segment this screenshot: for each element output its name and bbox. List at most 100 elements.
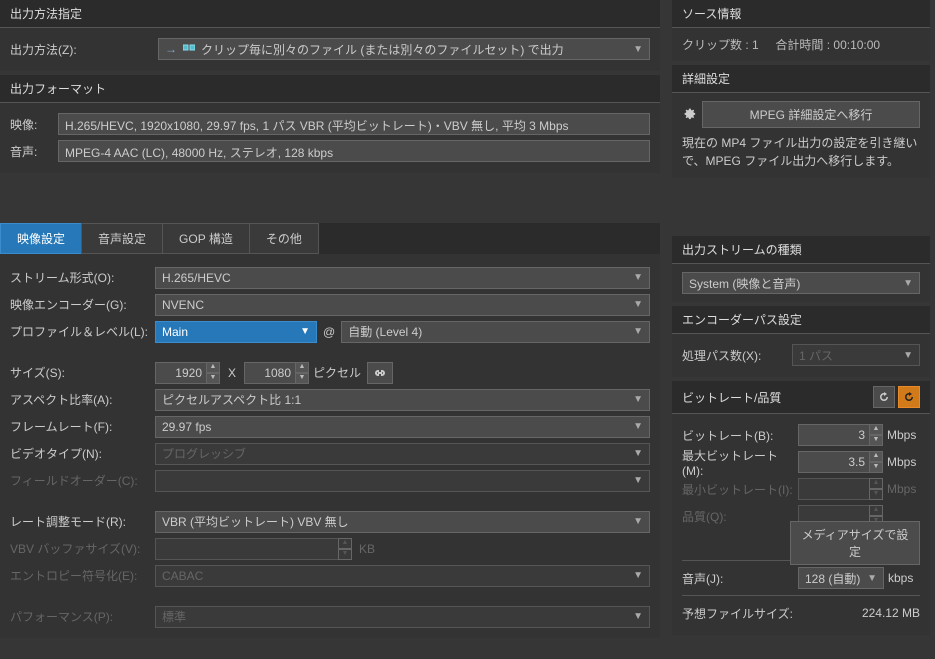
maxbitrate-stepper[interactable]: ▲▼: [798, 451, 883, 473]
aspect-label: アスペクト比率(A):: [10, 391, 155, 408]
output-method-title: 出力方法指定: [0, 0, 660, 28]
chevron-down-icon: ▼: [633, 299, 643, 310]
performance-dropdown: 標準▼: [155, 606, 650, 628]
videotype-label: ビデオタイプ(N):: [10, 445, 155, 462]
video-label: 映像:: [10, 116, 58, 133]
output-method-dropdown[interactable]: → クリップ毎に別々のファイル (または別々のファイルセット) で出力 ▼: [158, 38, 650, 60]
bitrate-title: ビットレート/品質: [682, 389, 781, 406]
spin-up-icon: ▲: [338, 538, 352, 549]
encoder-dropdown[interactable]: NVENC▼: [155, 294, 650, 316]
videotype-dropdown: プログレッシブ▼: [155, 443, 650, 465]
spin-up-icon[interactable]: ▲: [295, 362, 309, 373]
chevron-down-icon: ▼: [633, 326, 643, 337]
quality-label: 品質(Q):: [682, 508, 798, 525]
reload-icon: [878, 391, 890, 403]
tab-audio[interactable]: 音声設定: [81, 223, 163, 254]
mpeg-advanced-button[interactable]: MPEG 詳細設定へ移行: [702, 101, 920, 128]
chevron-down-icon: ▼: [633, 421, 643, 432]
encoder-pass-panel: エンコーダーパス設定 処理パス数(X): 1 パス▼: [672, 306, 930, 377]
spin-down-icon[interactable]: ▼: [869, 435, 883, 446]
output-stream-panel: 出力ストリームの種類 System (映像と音声)▼: [672, 236, 930, 302]
output-method-label: 出力方法(Z):: [10, 41, 100, 58]
audio-bitrate-dropdown[interactable]: 128 (自動)▼: [798, 567, 884, 589]
reset-bitrate-button[interactable]: [873, 386, 895, 408]
chevron-down-icon: ▼: [633, 272, 643, 283]
media-size-button[interactable]: メディアサイズで設定: [790, 521, 920, 565]
spin-up-icon[interactable]: ▲: [869, 451, 883, 462]
spin-up-icon: ▲: [869, 478, 883, 489]
maxbitrate-unit: Mbps: [887, 455, 916, 469]
chevron-down-icon: ▼: [300, 326, 310, 337]
chevron-down-icon: ▼: [633, 475, 643, 486]
link-icon: [373, 368, 387, 378]
source-info-title: ソース情報: [672, 0, 930, 28]
chevron-down-icon: ▼: [633, 448, 643, 459]
video-format-field: H.265/HEVC, 1920x1080, 29.97 fps, 1 パス V…: [58, 113, 650, 135]
bitrate-stepper[interactable]: ▲▼: [798, 424, 883, 446]
spin-down-icon: ▼: [869, 489, 883, 500]
minbitrate-label: 最小ビットレート(I):: [682, 481, 798, 498]
at-symbol: @: [323, 325, 335, 339]
chevron-down-icon: ▼: [903, 278, 913, 289]
vbv-unit: KB: [359, 542, 375, 556]
reload-icon: [903, 391, 915, 403]
framerate-dropdown[interactable]: 29.97 fps▼: [155, 416, 650, 438]
bitrate-label: ビットレート(B):: [682, 427, 798, 444]
spin-up-icon: ▲: [869, 505, 883, 516]
bitrate-active-button[interactable]: [898, 386, 920, 408]
bitrate-unit: Mbps: [887, 428, 916, 442]
chevron-down-icon: ▼: [633, 394, 643, 405]
fieldorder-dropdown: ▼: [155, 470, 650, 492]
stream-type-label: ストリーム形式(O):: [10, 269, 155, 286]
ratecontrol-dropdown[interactable]: VBR (平均ビットレート) VBV 無し▼: [155, 511, 650, 533]
output-method-panel: 出力方法指定 出力方法(Z): → クリップ毎に別々のファイル (または別々のフ…: [0, 0, 660, 71]
advanced-title: 詳細設定: [672, 65, 930, 93]
est-filesize-value: 224.12 MB: [862, 606, 920, 620]
size-label: サイズ(S):: [10, 364, 155, 381]
gear-icon: [682, 106, 696, 123]
tab-video[interactable]: 映像設定: [0, 223, 82, 254]
aspect-dropdown[interactable]: ピクセルアスペクト比 1:1▼: [155, 389, 650, 411]
spin-down-icon: ▼: [338, 549, 352, 560]
pass-count-label: 処理パス数(X):: [682, 347, 792, 364]
chevron-down-icon: ▼: [633, 570, 643, 581]
performance-label: パフォーマンス(P):: [10, 608, 155, 625]
audio-bitrate-label: 音声(J):: [682, 570, 798, 587]
est-filesize-label: 予想ファイルサイズ:: [682, 605, 793, 622]
width-stepper[interactable]: ▲▼: [155, 362, 220, 384]
spin-down-icon[interactable]: ▼: [295, 373, 309, 384]
minbitrate-stepper: ▲▼: [798, 478, 883, 500]
tab-other[interactable]: その他: [249, 223, 319, 254]
ratecontrol-label: レート調整モード(R):: [10, 513, 155, 530]
profile-dropdown[interactable]: Main▼: [155, 321, 317, 343]
spin-down-icon[interactable]: ▼: [869, 462, 883, 473]
chevron-down-icon: ▼: [633, 516, 643, 527]
output-stream-dropdown[interactable]: System (映像と音声)▼: [682, 272, 920, 294]
size-unit: ピクセル: [313, 364, 361, 381]
advanced-panel: 詳細設定 MPEG 詳細設定へ移行 現在の MP4 ファイル出力の設定を引き継い…: [672, 65, 930, 178]
vbv-stepper: ▲▼: [155, 538, 355, 560]
audio-label: 音声:: [10, 143, 58, 160]
maxbitrate-label: 最大ビットレート(M):: [682, 447, 798, 478]
level-dropdown[interactable]: 自動 (Level 4)▼: [341, 321, 650, 343]
spin-up-icon[interactable]: ▲: [206, 362, 220, 373]
chevron-down-icon: ▼: [633, 611, 643, 622]
audio-bitrate-unit: kbps: [888, 571, 913, 585]
stream-type-dropdown[interactable]: H.265/HEVC▼: [155, 267, 650, 289]
source-info-panel: ソース情報 クリップ数 : 1 合計時間 : 00:10:00: [672, 0, 930, 61]
chevron-down-icon: ▼: [633, 44, 643, 55]
fieldorder-label: フィールドオーダー(C):: [10, 472, 155, 489]
entropy-dropdown: CABAC▼: [155, 565, 650, 587]
output-stream-title: 出力ストリームの種類: [672, 236, 930, 264]
x-separator: X: [228, 366, 236, 380]
height-stepper[interactable]: ▲▼: [244, 362, 309, 384]
entropy-label: エントロピー符号化(E):: [10, 567, 155, 584]
tab-gop[interactable]: GOP 構造: [162, 223, 250, 254]
profile-level-label: プロファイル＆レベル(L):: [10, 323, 155, 340]
output-format-title: 出力フォーマット: [0, 75, 660, 103]
framerate-label: フレームレート(F):: [10, 418, 155, 435]
link-aspect-button[interactable]: [367, 362, 393, 384]
bitrate-panel: ビットレート/品質 ビットレート(B): ▲▼: [672, 381, 930, 635]
spin-down-icon[interactable]: ▼: [206, 373, 220, 384]
spin-up-icon[interactable]: ▲: [869, 424, 883, 435]
